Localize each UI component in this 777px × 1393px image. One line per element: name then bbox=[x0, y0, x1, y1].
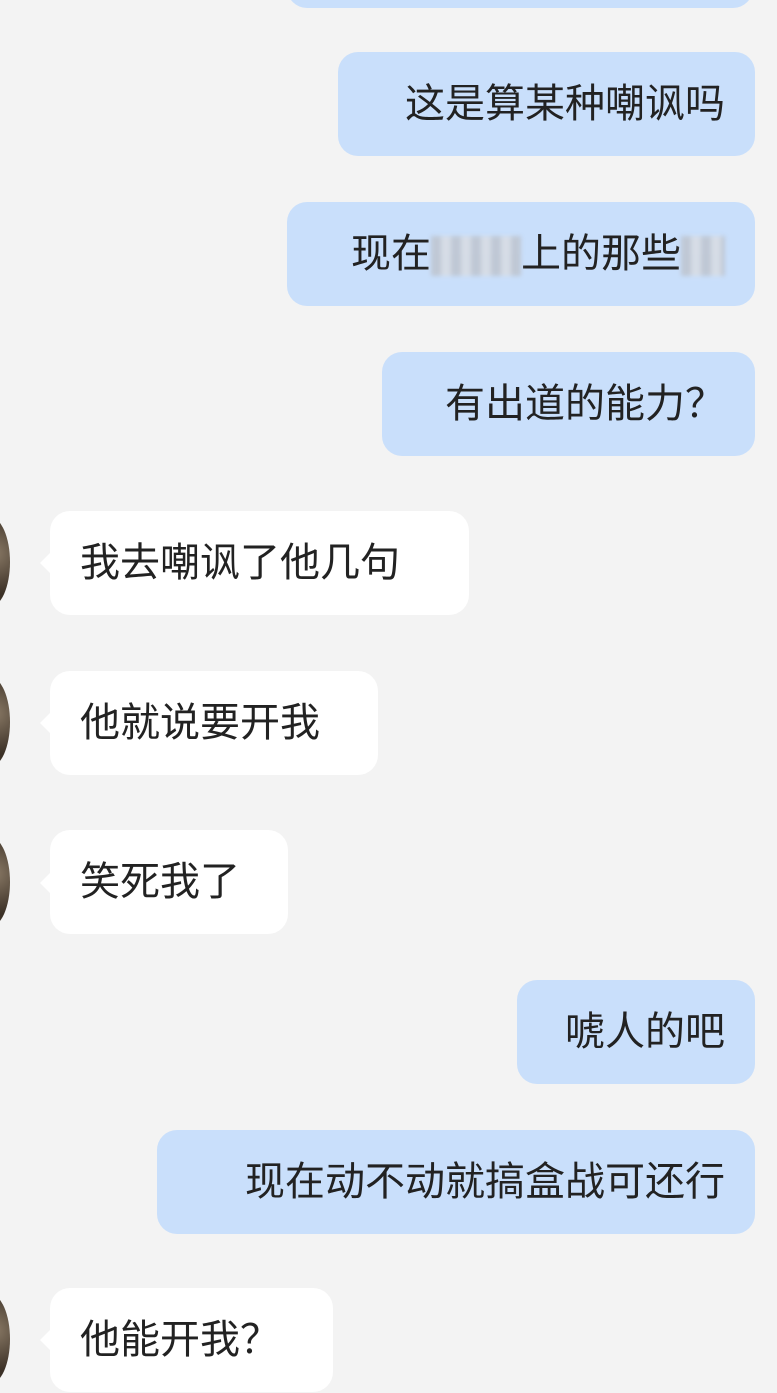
sent-message-bubble[interactable]: 这是算某种嘲讽吗 bbox=[338, 52, 755, 156]
sent-message-bubble[interactable]: 唬人的吧 bbox=[517, 980, 755, 1084]
message-text: 他就说要开我 bbox=[80, 700, 320, 746]
contact-avatar[interactable] bbox=[0, 677, 10, 767]
message-text: 笑死我了 bbox=[80, 859, 240, 905]
bubble-tail bbox=[40, 713, 50, 733]
message-text: 现在 bbox=[351, 231, 431, 277]
message-text: 他能开我？ bbox=[80, 1317, 280, 1363]
contact-avatar[interactable] bbox=[0, 1294, 10, 1384]
sent-message-bubble[interactable]: 有出道的能力？ bbox=[382, 352, 755, 456]
bubble-tail bbox=[40, 873, 50, 893]
message-text: 上的那些 bbox=[521, 231, 681, 277]
received-message-bubble[interactable]: 我去嘲讽了他几句 bbox=[50, 511, 469, 615]
received-message-bubble[interactable]: 他能开我？ bbox=[50, 1288, 333, 1392]
redacted-text bbox=[681, 236, 725, 276]
bubble-tail bbox=[40, 553, 50, 573]
message-text: 现在动不动就搞盒战可还行 bbox=[245, 1159, 725, 1205]
redacted-text bbox=[431, 236, 521, 276]
sent-message-bubble[interactable]: 现在动不动就搞盒战可还行 bbox=[157, 1130, 755, 1234]
contact-avatar[interactable] bbox=[0, 517, 10, 607]
chat-message-list[interactable]: 这是算某种嘲讽吗 现在 上的那些 有出道的能力？ 我去嘲讽了他几句 他就说要开我 … bbox=[0, 0, 777, 1393]
message-text: 唬人的吧 bbox=[565, 1009, 725, 1055]
contact-avatar[interactable] bbox=[0, 837, 10, 927]
message-text: 有出道的能力？ bbox=[445, 381, 725, 427]
received-message-bubble[interactable]: 笑死我了 bbox=[50, 830, 288, 934]
message-text: 这是算某种嘲讽吗 bbox=[405, 81, 725, 127]
bubble-tail bbox=[40, 1330, 50, 1350]
received-message-bubble[interactable]: 他就说要开我 bbox=[50, 671, 378, 775]
sent-message-bubble[interactable]: 现在 上的那些 bbox=[287, 202, 755, 306]
message-text: 我去嘲讽了他几句 bbox=[80, 540, 400, 586]
partial-sent-message bbox=[287, 0, 753, 8]
